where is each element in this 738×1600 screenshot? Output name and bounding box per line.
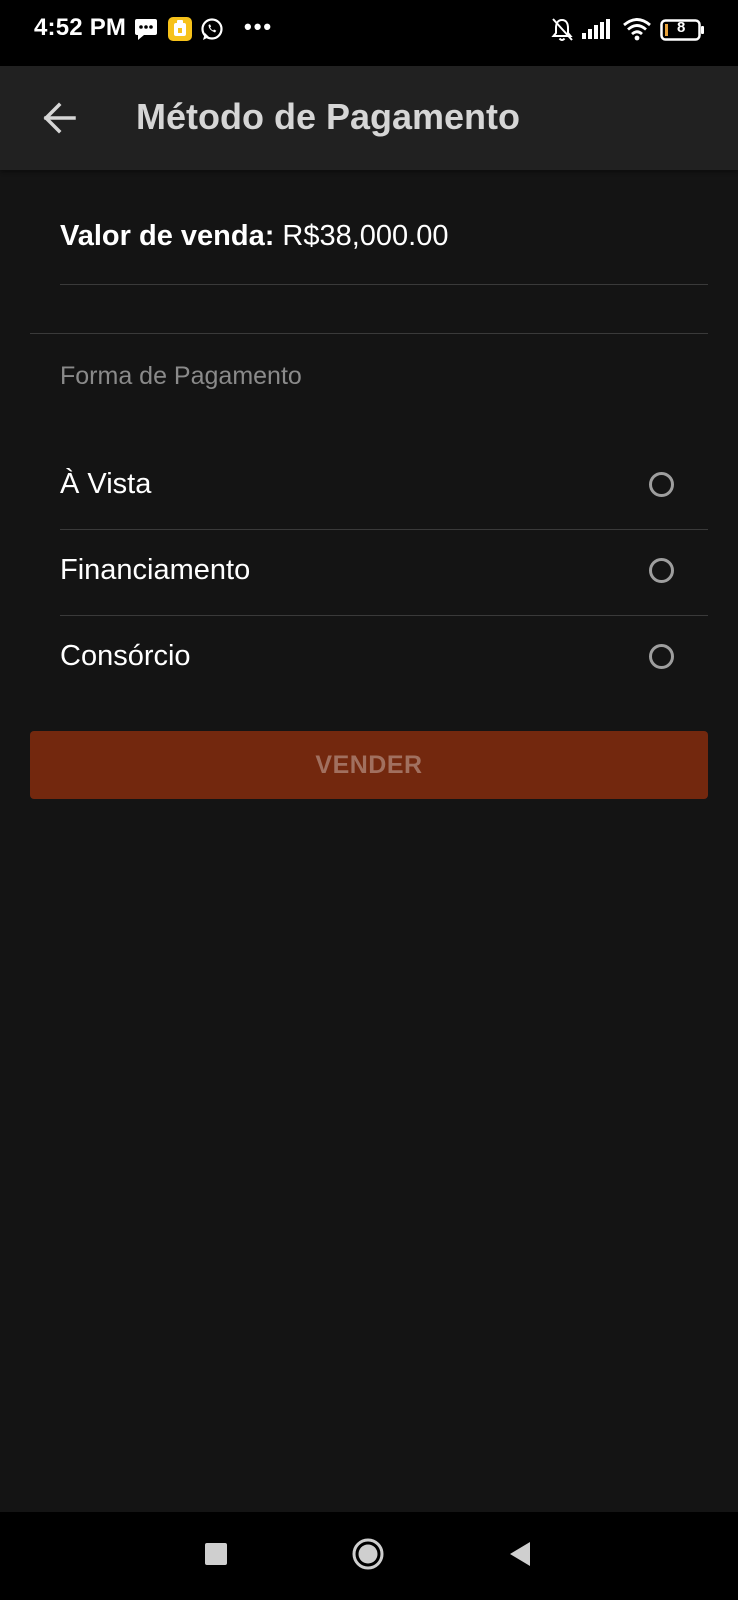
status-bar: 4:52 PM ••• 8 (0, 0, 738, 66)
page-title: Método de Pagamento (136, 96, 521, 137)
app-bar: Método de Pagamento (0, 66, 738, 170)
divider (60, 284, 708, 285)
message-icon (134, 18, 158, 45)
screen: 4:52 PM ••• 8 Método de Pagamento Valor … (0, 0, 738, 1600)
payment-section-label: Forma de Pagamento (60, 362, 302, 390)
radio-button[interactable] (649, 472, 674, 497)
more-icon: ••• (244, 14, 274, 39)
sale-value-amount: R$38,000.00 (274, 220, 449, 252)
back-button[interactable] (36, 94, 84, 142)
battery-level: 8 (677, 19, 686, 36)
bell-off-icon (550, 17, 574, 48)
payment-option-label: À Vista (60, 468, 152, 500)
payment-option-label: Financiamento (60, 554, 251, 586)
radio-button[interactable] (649, 558, 674, 583)
status-time: 4:52 PM (34, 14, 127, 41)
back-icon[interactable] (508, 1540, 532, 1568)
recents-icon[interactable] (205, 1543, 227, 1565)
nav-bar (0, 1512, 738, 1600)
payment-option-label: Consórcio (60, 640, 191, 672)
signal-icon (582, 19, 612, 44)
app-notification-icon (168, 17, 192, 46)
arrow-back-icon (43, 102, 76, 134)
sale-value-label: Valor de venda: (60, 220, 275, 252)
divider (30, 333, 708, 334)
home-icon[interactable] (352, 1538, 384, 1570)
sale-value: Valor de venda: R$38,000.00 (60, 220, 449, 253)
payment-option-consorcio[interactable]: Consórcio (60, 616, 708, 702)
sell-button[interactable]: VENDER (30, 731, 708, 799)
battery-icon: 8 (660, 19, 706, 46)
payment-option-a-vista[interactable]: À Vista (60, 444, 708, 530)
radio-button[interactable] (649, 644, 674, 669)
payment-option-financiamento[interactable]: Financiamento (60, 530, 708, 616)
wifi-icon (623, 17, 651, 46)
whatsapp-icon (200, 17, 224, 46)
